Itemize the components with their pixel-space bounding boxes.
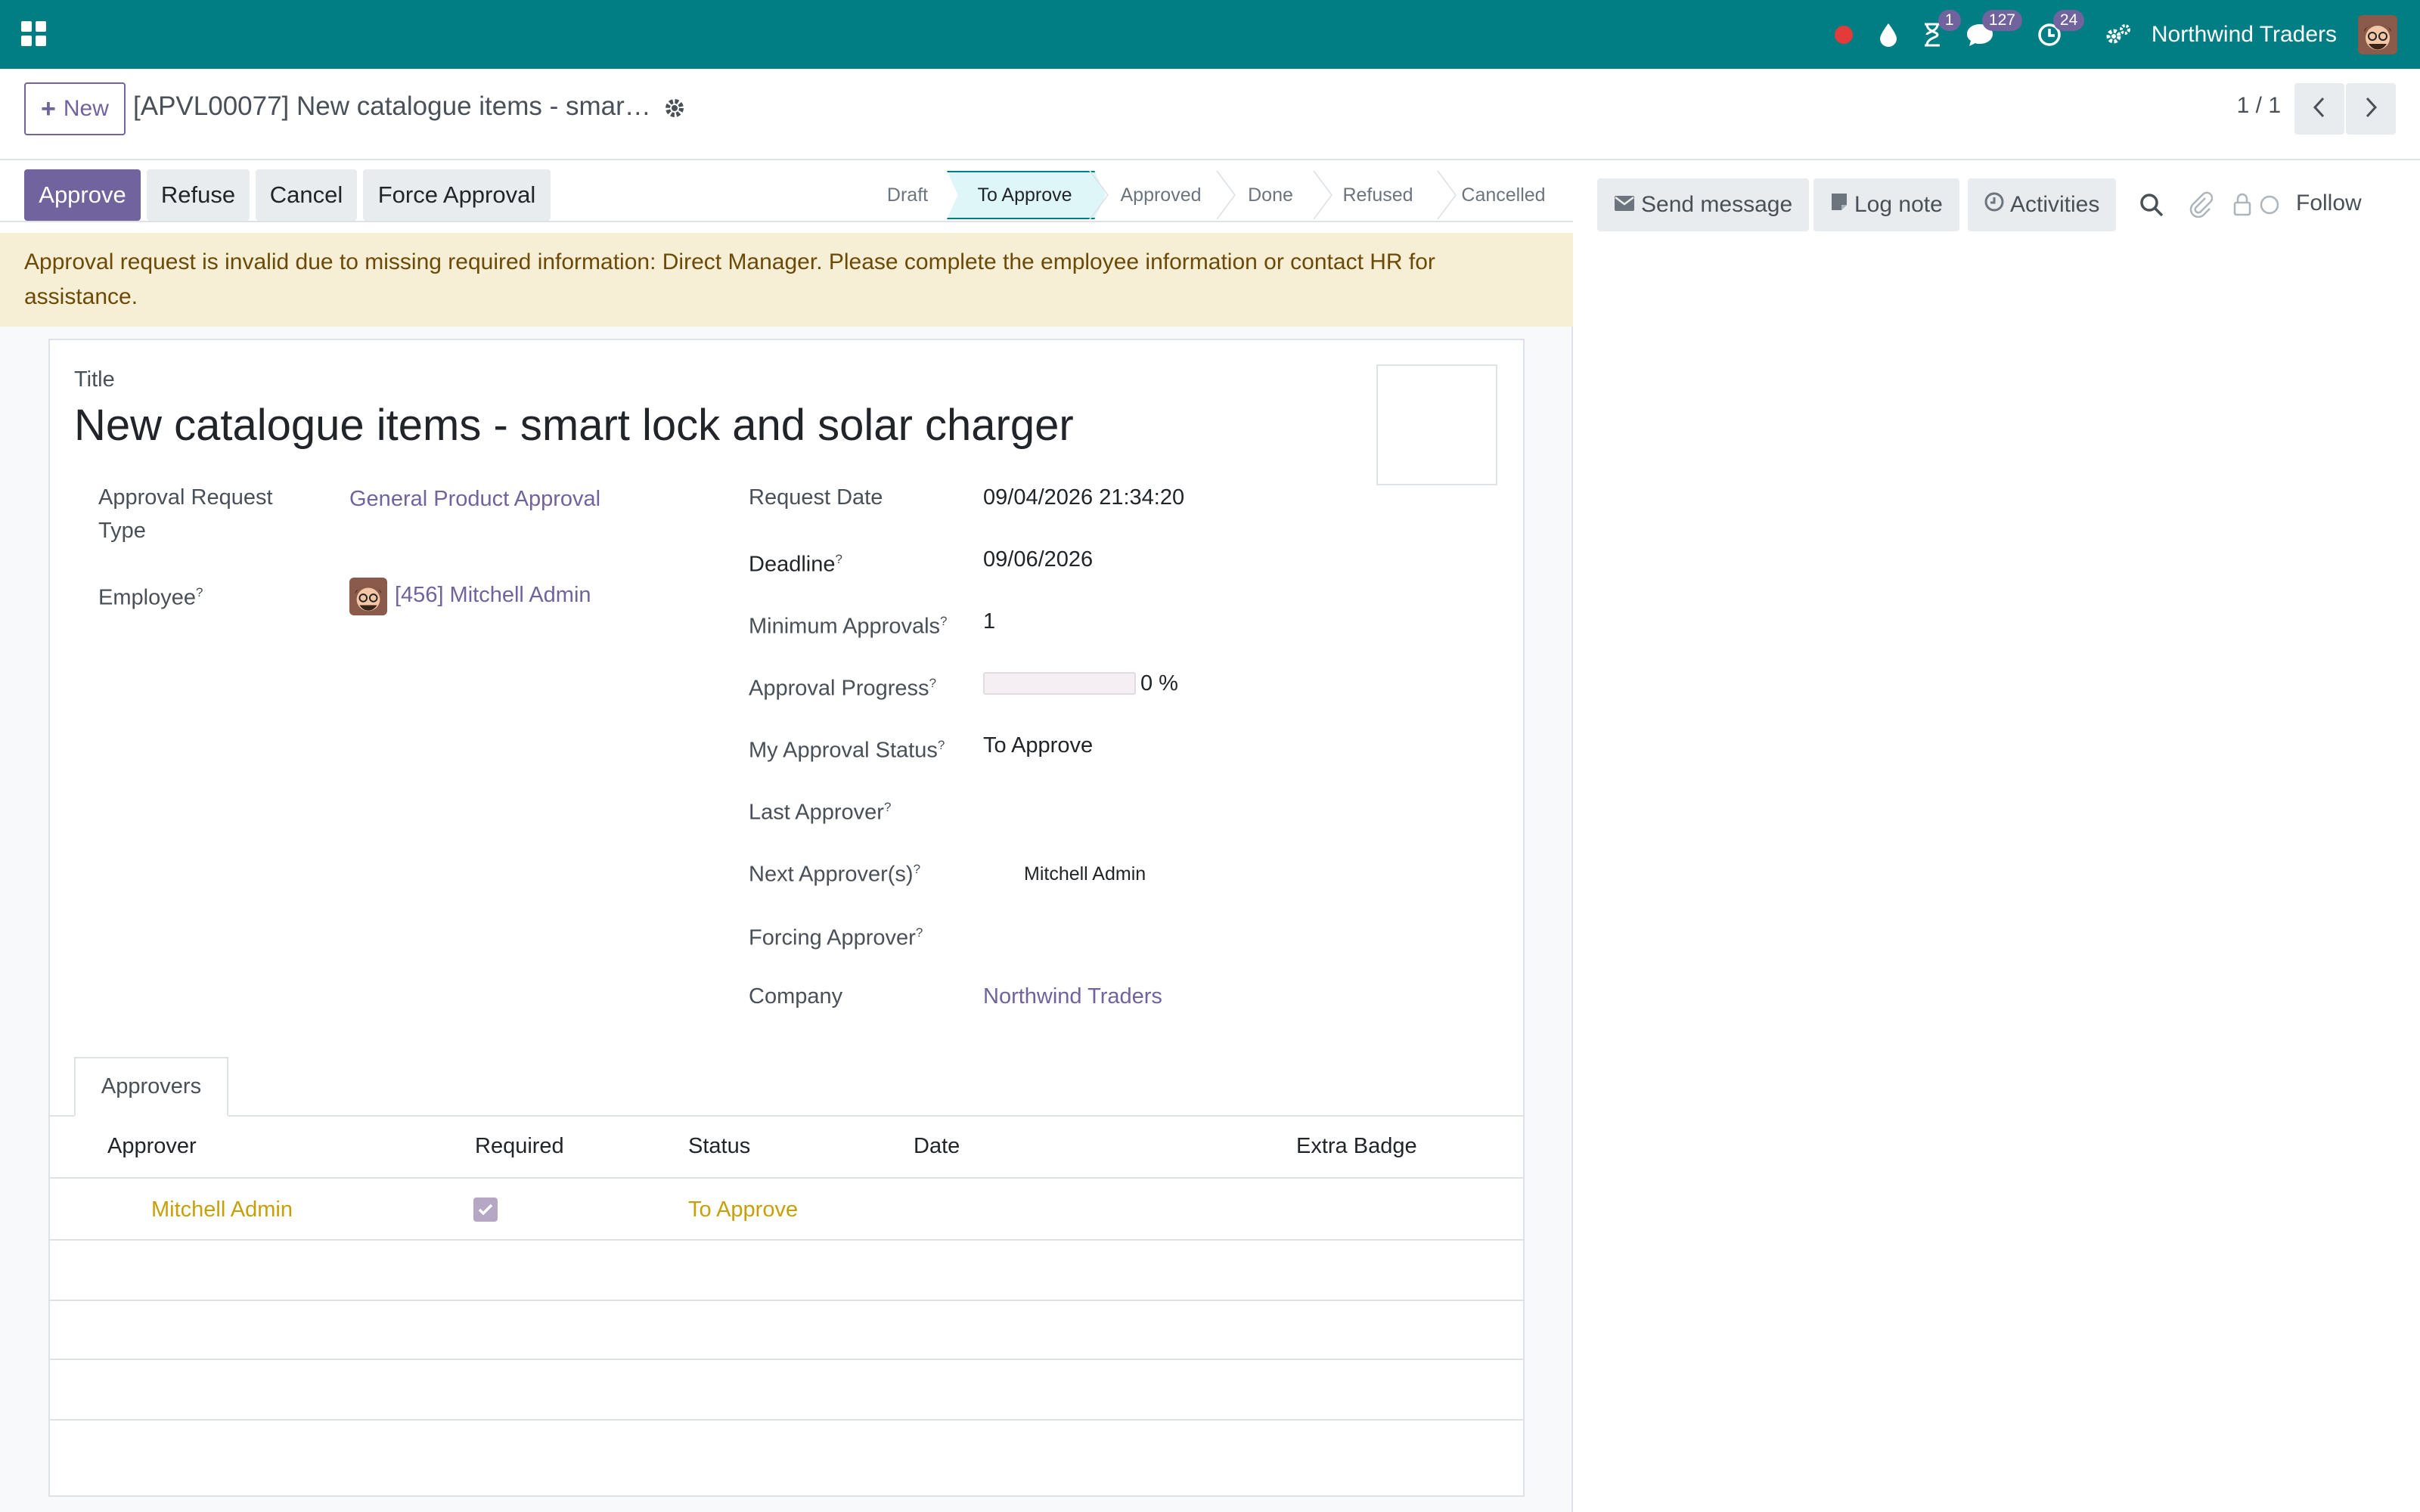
- log-note-button[interactable]: Log note: [1813, 178, 1959, 231]
- stage-to-approve[interactable]: To Approve: [954, 169, 1095, 221]
- title-field[interactable]: New catalogue items - smart lock and sol…: [74, 393, 1074, 458]
- follow-button[interactable]: Follow: [2296, 191, 2362, 216]
- my-approval-status-label: My Approval Status?: [749, 738, 945, 763]
- request-type-label: Approval Request Type: [98, 485, 273, 543]
- employee-label: Employee?: [98, 585, 203, 610]
- messages-badge: 127: [1981, 9, 2022, 31]
- company-label: Company: [749, 984, 843, 1009]
- send-message-label: Send message: [1641, 192, 1793, 217]
- request-date-field[interactable]: 09/04/2026 21:34:20: [983, 481, 1184, 514]
- recording-dot-icon[interactable]: [1832, 23, 1855, 46]
- force-approval-button[interactable]: Force Approval: [363, 169, 551, 221]
- timer-clock-icon[interactable]: 24: [2037, 9, 2085, 48]
- record-settings-gear-icon[interactable]: [664, 98, 685, 119]
- column-approver[interactable]: Approver: [107, 1115, 197, 1177]
- deadline-field[interactable]: 09/06/2026: [983, 543, 1093, 576]
- chevron-left-icon: [2312, 96, 2327, 122]
- pager-next-button[interactable]: [2346, 83, 2396, 135]
- loading-circle-icon: [2258, 194, 2281, 220]
- stage-done[interactable]: Done: [1233, 169, 1308, 221]
- approve-button[interactable]: Approve: [24, 169, 141, 221]
- timer-badge: 24: [2052, 9, 2085, 31]
- row-status: To Approve: [688, 1197, 799, 1222]
- lock-icon: [2232, 192, 2252, 220]
- approval-progress-label: Approval Progress?: [749, 676, 937, 701]
- stage-draft[interactable]: Draft: [862, 169, 953, 221]
- request-type-field[interactable]: General Product Approval: [349, 482, 600, 516]
- paperclip-icon[interactable]: [2187, 191, 2214, 222]
- top-navbar: 1 127 24 Northwind Traders: [0, 0, 2420, 69]
- pager-previous-button[interactable]: [2294, 83, 2344, 135]
- envelope-icon: [1614, 192, 1635, 218]
- settings-gears-icon[interactable]: [2105, 23, 2132, 47]
- breadcrumb: [APVL00077] New catalogue items - smar…: [133, 91, 651, 121]
- approval-progress-bar: [983, 672, 1136, 695]
- plus-icon: +: [41, 94, 56, 123]
- request-date-label: Request Date: [749, 485, 883, 510]
- stage-refused[interactable]: Refused: [1331, 169, 1425, 221]
- activities-label: Activities: [2010, 192, 2100, 217]
- messages-chat-icon[interactable]: 127: [1965, 9, 2022, 48]
- row-divider: [48, 1239, 1525, 1241]
- control-panel: + New [APVL00077] New catalogue items - …: [0, 69, 2420, 160]
- warning-alert: Approval request is invalid due to missi…: [0, 233, 1573, 327]
- drop-icon[interactable]: [1878, 22, 1899, 48]
- row-approver: Mitchell Admin: [151, 1197, 293, 1222]
- activities-button[interactable]: Activities: [1968, 178, 2117, 231]
- stage-cancelled[interactable]: Cancelled: [1452, 169, 1555, 221]
- title-label: Title: [74, 367, 115, 392]
- cancel-button[interactable]: Cancel: [256, 169, 357, 221]
- row-divider: [48, 1359, 1525, 1360]
- image-placeholder[interactable]: [1376, 364, 1497, 485]
- status-bar: Approve Refuse Cancel Force Approval Dra…: [0, 169, 1573, 222]
- chatter-panel: Send message Log note Activities Follow: [1573, 160, 2420, 1512]
- row-divider: [48, 1300, 1525, 1301]
- employee-field[interactable]: [456] Mitchell Admin: [395, 578, 591, 612]
- clock-icon: [1984, 192, 2004, 218]
- next-approvers-label: Next Approver(s)?: [749, 862, 921, 887]
- minimum-approvals-label: Minimum Approvals?: [749, 614, 948, 639]
- note-icon: [1830, 192, 1848, 218]
- send-message-button[interactable]: Send message: [1597, 178, 1810, 231]
- column-required[interactable]: Required: [475, 1115, 564, 1177]
- column-extra-badge[interactable]: Extra Badge: [1296, 1115, 1417, 1177]
- approval-progress-value: 0 %: [1140, 671, 1178, 696]
- next-approvers-tag[interactable]: Mitchell Admin: [1024, 857, 1146, 891]
- chevron-right-icon: [2363, 96, 2378, 122]
- activities-hourglass-icon[interactable]: 1: [1922, 9, 1961, 48]
- deadline-label: Deadline?: [749, 552, 842, 577]
- company-field[interactable]: Northwind Traders: [983, 980, 1162, 1013]
- stage-separator: [1313, 171, 1333, 219]
- my-approval-status-field: To Approve: [983, 733, 1094, 758]
- column-date[interactable]: Date: [914, 1115, 960, 1177]
- last-approver-label: Last Approver?: [749, 800, 892, 825]
- minimum-approvals-field: 1: [983, 609, 996, 634]
- new-button-label: New: [63, 96, 109, 121]
- row-required-checkbox[interactable]: [473, 1179, 498, 1241]
- pager-value[interactable]: 1 / 1: [2237, 93, 2281, 119]
- user-avatar[interactable]: [2358, 14, 2397, 54]
- stage-approved[interactable]: Approved: [1106, 169, 1216, 221]
- row-divider: [48, 1419, 1525, 1421]
- new-record-button[interactable]: + New: [24, 82, 126, 135]
- company-switcher[interactable]: Northwind Traders: [2152, 22, 2337, 48]
- apps-menu-icon[interactable]: [20, 20, 48, 48]
- forcing-approver-label: Forcing Approver?: [749, 925, 923, 950]
- log-note-label: Log note: [1854, 192, 1943, 217]
- activities-badge: 1: [1938, 9, 1961, 31]
- employee-avatar: [349, 578, 387, 615]
- search-icon[interactable]: [2139, 192, 2164, 222]
- refuse-button[interactable]: Refuse: [147, 169, 250, 221]
- tab-approvers[interactable]: Approvers: [74, 1057, 228, 1117]
- check-icon: [473, 1198, 498, 1222]
- column-status[interactable]: Status: [688, 1115, 750, 1177]
